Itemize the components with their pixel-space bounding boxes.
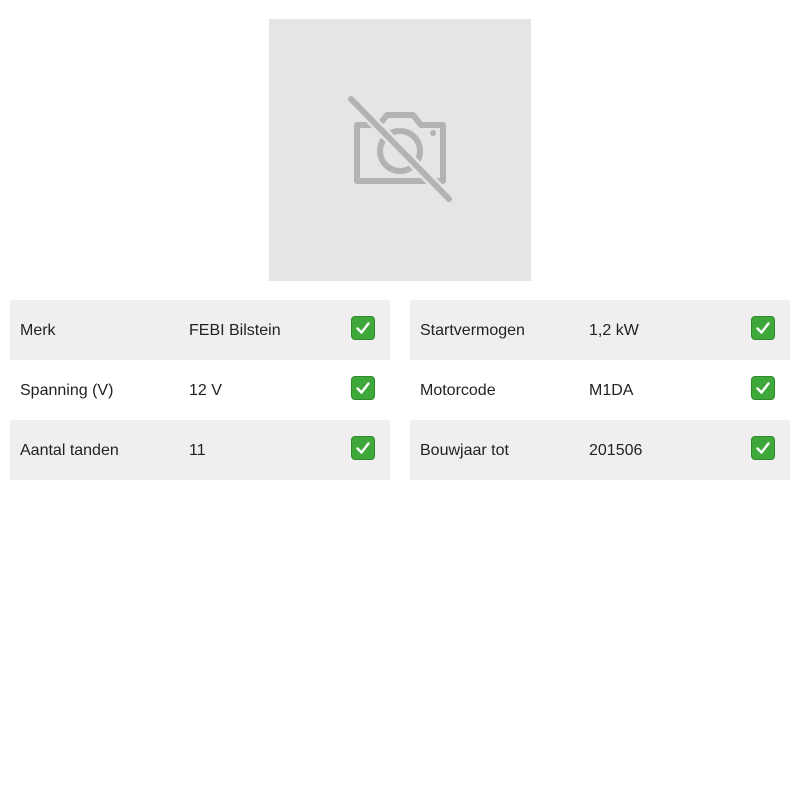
check-icon — [351, 316, 375, 340]
spec-row-merk: Merk FEBI Bilstein — [10, 300, 390, 360]
spec-label: Motorcode — [420, 382, 496, 399]
spec-row-startvermogen: Startvermogen 1,2 kW — [410, 300, 790, 360]
spec-value: 201506 — [589, 442, 643, 459]
spec-value: 12 V — [189, 382, 222, 399]
product-image-placeholder — [269, 19, 531, 281]
spec-row-spanning: Spanning (V) 12 V — [10, 360, 390, 420]
spec-value: 1,2 kW — [589, 322, 639, 339]
spec-label: Bouwjaar tot — [420, 442, 509, 459]
spec-row-bouwjaar-tot: Bouwjaar tot 201506 — [410, 420, 790, 480]
spec-row-aantal-tanden: Aantal tanden 11 — [10, 420, 390, 480]
check-icon — [351, 376, 375, 400]
specs-table-left: Merk FEBI Bilstein Spanning (V) 12 V Aan… — [10, 300, 390, 480]
camera-off-icon — [345, 95, 455, 205]
spec-value: M1DA — [589, 382, 634, 399]
spec-label: Startvermogen — [420, 322, 525, 339]
spec-label: Merk — [20, 322, 56, 339]
spec-value: FEBI Bilstein — [189, 322, 281, 339]
spec-label: Spanning (V) — [20, 382, 114, 399]
spec-row-motorcode: Motorcode M1DA — [410, 360, 790, 420]
specs-table-right: Startvermogen 1,2 kW Motorcode M1DA Bouw… — [410, 300, 790, 480]
spec-value: 11 — [189, 442, 206, 459]
check-icon — [751, 376, 775, 400]
check-icon — [751, 436, 775, 460]
check-icon — [351, 436, 375, 460]
check-icon — [751, 316, 775, 340]
spec-label: Aantal tanden — [20, 442, 119, 459]
